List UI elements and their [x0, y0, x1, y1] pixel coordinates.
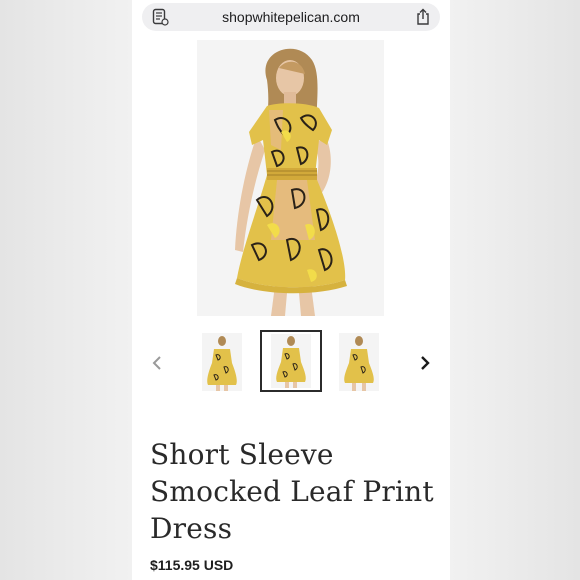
background-right: [450, 0, 580, 580]
share-icon[interactable]: [415, 8, 431, 26]
url-text[interactable]: shopwhitepelican.com: [142, 9, 440, 25]
address-bar[interactable]: shopwhitepelican.com: [142, 3, 440, 31]
chevron-right-icon[interactable]: [414, 353, 434, 373]
chevron-left-icon[interactable]: [148, 353, 168, 373]
product-title: Short Sleeve Smocked Leaf Print Dress: [150, 438, 434, 545]
thumbnail-1[interactable]: [202, 333, 242, 391]
product-price: $115.95 USD: [150, 557, 234, 573]
dress-illustration: [197, 40, 384, 316]
thumbnail-2[interactable]: [260, 330, 322, 392]
dress-model-image[interactable]: [197, 40, 384, 316]
background-left: [0, 0, 132, 580]
thumbnail-3[interactable]: [339, 333, 379, 391]
phone-screen: shopwhitepelican.com Short Sleeve Smocke…: [132, 0, 450, 580]
